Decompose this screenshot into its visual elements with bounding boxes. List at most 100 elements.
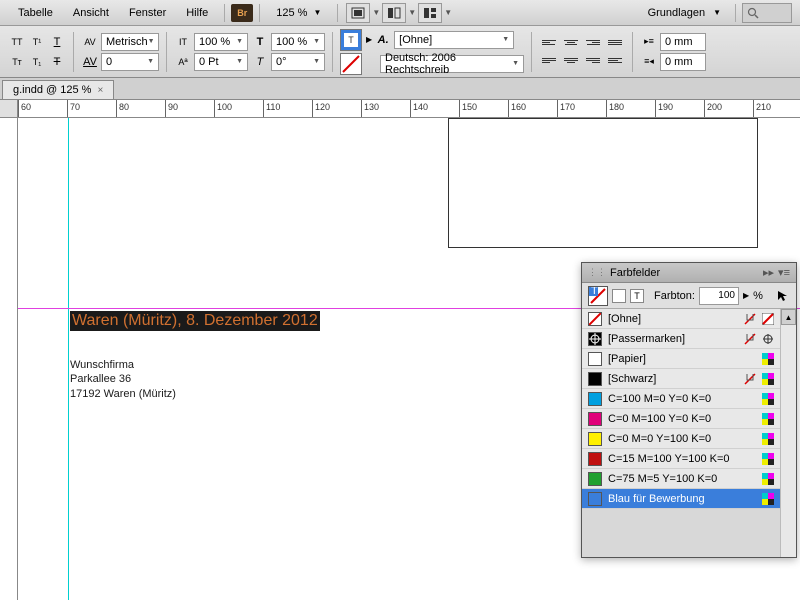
arrange-icon[interactable] bbox=[382, 3, 406, 23]
locked-icon bbox=[744, 333, 756, 345]
baseline-field[interactable]: 0 Pt▼ bbox=[194, 53, 248, 71]
swatch-row[interactable]: Blau für Bewerbung bbox=[582, 489, 780, 509]
text-selection[interactable]: Waren (Müritz), 8. Dezember 2012 bbox=[70, 311, 320, 331]
justify-right-button[interactable] bbox=[583, 53, 603, 69]
guide-vertical[interactable] bbox=[68, 118, 69, 600]
workspace-dropdown[interactable]: Grundlagen ▼ bbox=[640, 5, 729, 21]
container-swatch-icon[interactable] bbox=[612, 289, 626, 303]
ruler-vertical[interactable] bbox=[0, 118, 18, 600]
indent-left-field[interactable]: 0 mm bbox=[660, 33, 706, 51]
stroke-swatch[interactable] bbox=[340, 53, 362, 75]
baseline-icon: Aª bbox=[174, 53, 192, 71]
search-icon bbox=[747, 7, 759, 19]
ruler-horizontal[interactable]: 6070809010011012013014015016017018019020… bbox=[0, 100, 800, 118]
strikethrough-button[interactable]: T bbox=[48, 53, 66, 71]
chevron-down-icon[interactable]: ▼ bbox=[444, 8, 452, 17]
swatch-row[interactable]: [Schwarz] bbox=[582, 369, 780, 389]
swatch-name: [Passermarken] bbox=[608, 333, 738, 345]
collapse-icon[interactable]: ▸▸ bbox=[763, 266, 774, 279]
align-center-button[interactable] bbox=[561, 35, 581, 51]
align-right-button[interactable] bbox=[583, 35, 603, 51]
swatch-name: Blau für Bewerbung bbox=[608, 493, 738, 505]
kerning-field[interactable]: Metrisch▼ bbox=[101, 33, 159, 51]
panel-header[interactable]: ⋮⋮ Farbfelder ▸▸ ▾≡ bbox=[582, 263, 796, 283]
panel-grip-icon[interactable]: ⋮⋮ bbox=[588, 267, 606, 278]
chevron-down-icon[interactable]: ▼ bbox=[408, 8, 416, 17]
selected-date-line[interactable]: Waren (Müritz), 8. Dezember 2012 bbox=[70, 311, 320, 331]
tint-slider-icon[interactable]: ▶ bbox=[743, 291, 749, 300]
tracking-field[interactable]: 0▼ bbox=[101, 53, 159, 71]
justify-center-button[interactable] bbox=[561, 53, 581, 69]
menu-hilfe[interactable]: Hilfe bbox=[176, 3, 218, 23]
fill-stroke-proxy[interactable]: T bbox=[588, 286, 608, 306]
ruler-origin[interactable] bbox=[0, 100, 18, 118]
menu-tabelle[interactable]: Tabelle bbox=[8, 3, 63, 23]
all-caps-button[interactable]: TT bbox=[8, 33, 26, 51]
swatch-row[interactable]: C=15 M=100 Y=100 K=0 bbox=[582, 449, 780, 469]
menu-ansicht[interactable]: Ansicht bbox=[63, 3, 119, 23]
ruler-tick: 180 bbox=[606, 100, 607, 118]
menu-fenster[interactable]: Fenster bbox=[119, 3, 176, 23]
locked-icon bbox=[744, 313, 756, 325]
justify-full-button[interactable] bbox=[605, 35, 625, 51]
char-style-field[interactable]: [Ohne]▼ bbox=[394, 31, 514, 49]
text-frame[interactable] bbox=[448, 118, 758, 248]
skew-field[interactable]: 0°▼ bbox=[271, 53, 325, 71]
bridge-icon[interactable]: Br bbox=[231, 4, 253, 22]
document-tab[interactable]: g.indd @ 125 % × bbox=[2, 80, 114, 99]
tint-field[interactable] bbox=[699, 287, 739, 305]
zoom-dropdown[interactable]: 125 % ▼ bbox=[272, 5, 325, 21]
control-panel: TT T¹ T Tᴛ T₁ T A͏V Metrisch▼ AV 0▼ IT 1… bbox=[0, 26, 800, 78]
align-spine-button[interactable] bbox=[605, 53, 625, 69]
small-caps-button[interactable]: Tᴛ bbox=[8, 53, 26, 71]
swatch-row[interactable]: [Passermarken] bbox=[582, 329, 780, 349]
hscale-field[interactable]: 100 %▼ bbox=[271, 33, 325, 51]
superscript-button[interactable]: T¹ bbox=[28, 33, 46, 51]
separator bbox=[259, 4, 260, 22]
address-line[interactable]: Parkallee 36 bbox=[70, 372, 176, 386]
scroll-up-icon[interactable]: ▲ bbox=[781, 309, 796, 325]
align-left-button[interactable] bbox=[539, 35, 559, 51]
swatch-row[interactable]: C=0 M=100 Y=0 K=0 bbox=[582, 409, 780, 429]
scrollbar-vertical[interactable]: ▲ bbox=[780, 309, 796, 557]
process-type-icon bbox=[762, 353, 774, 365]
ruler-tick: 60 bbox=[18, 100, 19, 118]
swatch-color-icon bbox=[588, 472, 602, 486]
indent-left-icon: ▸≡ bbox=[640, 33, 658, 51]
locked-icon bbox=[744, 373, 756, 385]
swatch-color-icon bbox=[588, 452, 602, 466]
vscale-field[interactable]: 100 %▼ bbox=[194, 33, 248, 51]
char-style-icon[interactable]: A. bbox=[374, 31, 392, 49]
process-type-icon bbox=[762, 493, 774, 505]
text-swatch-icon[interactable]: T bbox=[630, 289, 644, 303]
swatch-row[interactable]: [Papier] bbox=[582, 349, 780, 369]
swatch-color-icon bbox=[588, 372, 602, 386]
close-icon[interactable]: × bbox=[97, 85, 103, 96]
language-field[interactable]: Deutsch: 2006 Rechtschreib▼ bbox=[380, 55, 524, 73]
justify-left-button[interactable] bbox=[539, 53, 559, 69]
swatch-row[interactable]: C=75 M=5 Y=100 K=0 bbox=[582, 469, 780, 489]
view-options-icon[interactable] bbox=[418, 3, 442, 23]
process-type-icon bbox=[762, 373, 774, 385]
swatch-row[interactable]: [Ohne] bbox=[582, 309, 780, 329]
swatch-row[interactable]: C=100 M=0 Y=0 K=0 bbox=[582, 389, 780, 409]
process-type-icon bbox=[762, 433, 774, 445]
address-block[interactable]: Wunschfirma Parkallee 36 17192 Waren (Mü… bbox=[70, 358, 176, 401]
chevron-right-icon[interactable]: ▶ bbox=[366, 35, 372, 44]
skew-icon: T bbox=[251, 53, 269, 71]
address-line[interactable]: Wunschfirma bbox=[70, 358, 176, 372]
tab-label: g.indd @ 125 % bbox=[13, 84, 91, 96]
address-line[interactable]: 17192 Waren (Müritz) bbox=[70, 387, 176, 401]
tint-label: Farbton: bbox=[654, 290, 695, 302]
underline-button[interactable]: T bbox=[48, 33, 66, 51]
subscript-button[interactable]: T₁ bbox=[28, 53, 46, 71]
panel-menu-icon[interactable]: ▾≡ bbox=[778, 266, 790, 279]
chevron-down-icon[interactable]: ▼ bbox=[372, 8, 380, 17]
swatch-row[interactable]: C=0 M=0 Y=100 K=0 bbox=[582, 429, 780, 449]
ruler-tick: 90 bbox=[165, 100, 166, 118]
search-input[interactable] bbox=[742, 3, 792, 23]
panel-toolbar: T T Farbton: ▶ % bbox=[582, 283, 796, 309]
screen-mode-icon[interactable] bbox=[346, 3, 370, 23]
fill-swatch[interactable]: T bbox=[340, 29, 362, 51]
indent-right-field[interactable]: 0 mm bbox=[660, 53, 706, 71]
